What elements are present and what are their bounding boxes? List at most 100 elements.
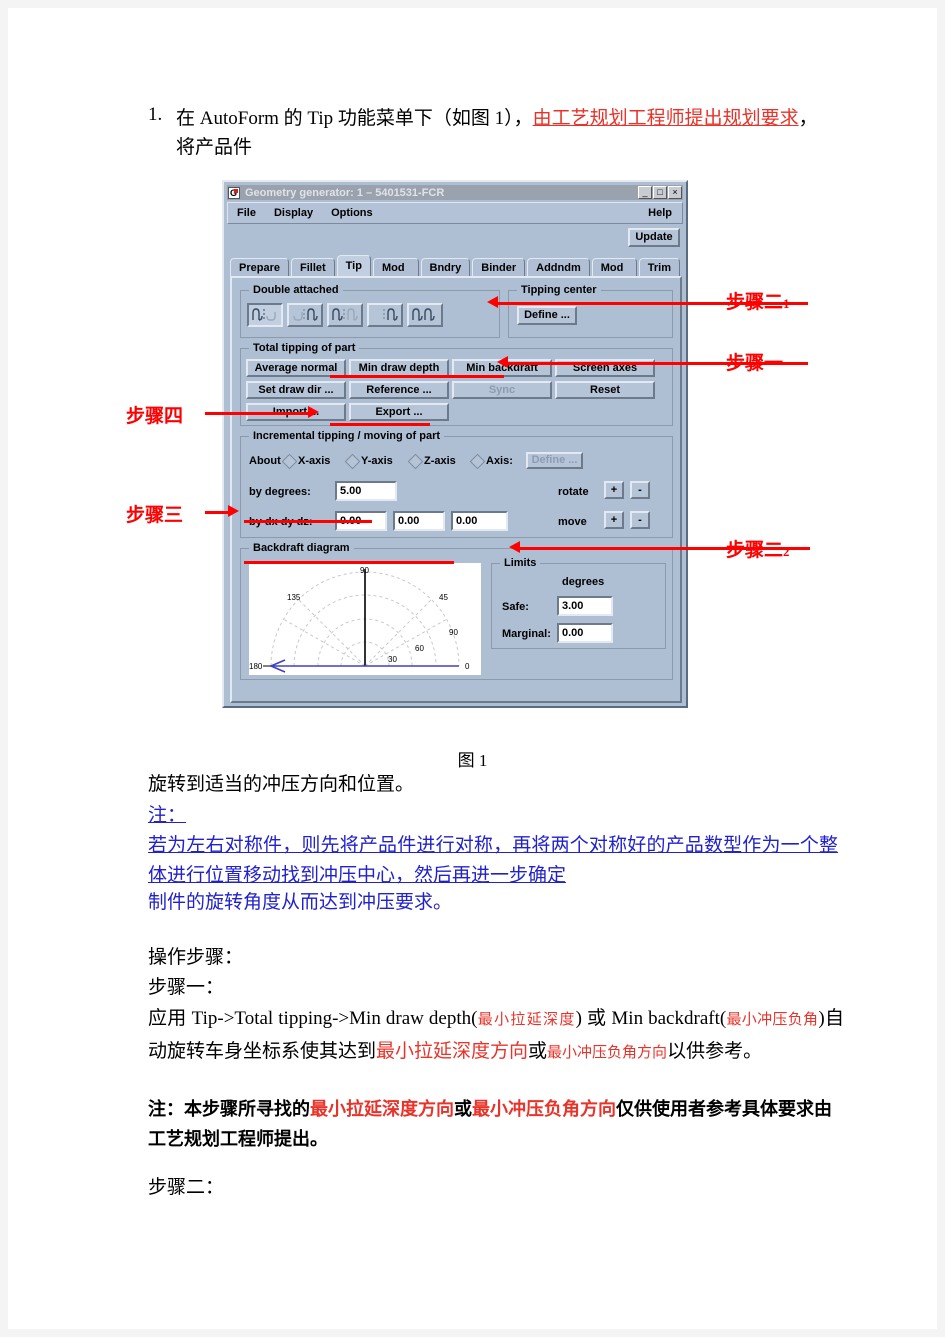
degrees-header: degrees: [562, 576, 605, 588]
z-axis-label[interactable]: Z-axis: [424, 455, 456, 467]
sync-button: Sync: [452, 381, 552, 399]
reference-button[interactable]: Reference ...: [349, 381, 449, 399]
annotation-arrow-step-two-2: [509, 541, 520, 553]
annotation-underline-by-degrees: [244, 520, 372, 523]
annotation-step-two-1-sub: 1: [783, 296, 790, 311]
by-degrees-input[interactable]: 5.00: [335, 481, 397, 501]
tab-binder[interactable]: Binder: [472, 258, 526, 277]
maximize-icon: □: [657, 187, 663, 197]
double-attached-group: Double attached: [240, 284, 500, 338]
figure-caption: 图 1: [457, 751, 488, 770]
custom-axis-label[interactable]: Axis:: [486, 455, 513, 467]
annotation-step-two-2: 步骤二2: [726, 535, 790, 562]
annotation-line-step-three: [205, 511, 230, 514]
export-button[interactable]: Export ...: [349, 403, 449, 421]
tab-prepare[interactable]: Prepare: [230, 258, 289, 277]
radio-y-axis[interactable]: [344, 453, 361, 470]
dy-input[interactable]: 0.00: [393, 511, 445, 531]
double-attached-left-active-icon[interactable]: [247, 303, 283, 327]
note-tail-text: 制件的旋转角度从而达到冲压要求。: [148, 892, 453, 913]
note2-body: 注：本步骤所寻找的最小拉延深度方向或最小冲压负角方向仅供使用者参考具体要求由工艺…: [148, 1094, 848, 1154]
annotation-step-two-1-text: 步骤二: [726, 292, 784, 313]
da-glyph-3: [332, 308, 358, 321]
menu-options[interactable]: Options: [322, 207, 382, 219]
tab-mod-t[interactable]: Mod T: [591, 258, 637, 293]
radio-custom-axis[interactable]: [469, 453, 486, 470]
note-body: 若为左右对称件，则先将产品件进行对称，再将两个对称好的产品数型作为一个整体进行位…: [148, 831, 838, 891]
double-attached-right-active-icon[interactable]: [287, 303, 323, 327]
polar-label-0: 0: [465, 662, 470, 671]
annotation-line-step-four: [205, 412, 310, 415]
step1-b: ) 或 Min backdraft(: [575, 1008, 727, 1029]
close-button[interactable]: ×: [668, 186, 682, 199]
radio-z-axis[interactable]: [407, 453, 424, 470]
ops-label: 操作步骤：: [148, 947, 244, 968]
step1-d: 或: [528, 1041, 548, 1062]
polar-label-135: 135: [287, 593, 301, 602]
rotate-minus-button[interactable]: -: [630, 481, 650, 499]
step1-red1: 最小拉延深度: [477, 1012, 576, 1028]
rotate-plus-button[interactable]: +: [604, 481, 624, 499]
polar-label-45: 45: [439, 593, 448, 602]
tab-addndm[interactable]: Addndm: [527, 258, 590, 277]
tab-mod-p[interactable]: Mod P: [372, 258, 419, 293]
marginal-input[interactable]: 0.00: [557, 623, 613, 643]
minimize-button[interactable]: _: [638, 186, 652, 199]
marginal-label: Marginal:: [502, 628, 551, 640]
move-minus-button[interactable]: -: [630, 511, 650, 529]
note2-b: 或: [454, 1099, 472, 1119]
total-tipping-row2[interactable]: Set draw dir ... Reference ... Sync Rese…: [246, 381, 655, 399]
window-title-bar[interactable]: G Geometry generator: 1 – 5401531-FCR _ …: [227, 185, 683, 200]
annotation-arrow-step-one: [497, 356, 508, 368]
annotation-arrow-step-three: [228, 505, 239, 517]
reset-button[interactable]: Reset: [555, 381, 655, 399]
set-draw-dir-button[interactable]: Set draw dir ...: [246, 381, 346, 399]
annotation-step-four: 步骤四: [126, 406, 184, 427]
maximize-button[interactable]: □: [653, 186, 667, 199]
app-logo-icon: G: [228, 186, 240, 199]
limits-group: Limits degrees Safe: 3.00 Marginal: 0.00: [491, 557, 666, 649]
menu-display[interactable]: Display: [265, 207, 322, 219]
geometry-generator-window[interactable]: G Geometry generator: 1 – 5401531-FCR _ …: [222, 180, 688, 708]
tab-trim[interactable]: Trim: [638, 258, 680, 277]
note2-a: 注：本步骤所寻找的: [148, 1099, 310, 1119]
total-tipping-title: Total tipping of part: [249, 342, 360, 354]
note-tail: 制件的旋转角度从而达到冲压要求。: [148, 888, 848, 918]
annotation-step-three: 步骤三: [126, 505, 184, 526]
step1-body: 应用 Tip->Total tipping->Min draw depth(最小…: [148, 1003, 844, 1069]
double-attached-both-right-icon[interactable]: [367, 303, 403, 327]
y-axis-label[interactable]: Y-axis: [361, 455, 393, 467]
double-attached-title: Double attached: [249, 284, 343, 296]
radio-x-axis[interactable]: [281, 453, 298, 470]
dz-input[interactable]: 0.00: [451, 511, 508, 531]
tab-fillet[interactable]: Fillet: [290, 258, 335, 277]
update-button[interactable]: Update: [628, 228, 680, 247]
menu-file[interactable]: File: [228, 207, 265, 219]
backdraft-group: Backdraft diagram 90 135 45 90 60 30 180…: [240, 542, 673, 680]
tab-tip[interactable]: Tip: [336, 255, 371, 277]
tab-bar[interactable]: Prepare Fillet Tip Mod P Bndry Binder Ad…: [230, 255, 682, 293]
tipping-center-title: Tipping center: [517, 284, 601, 296]
x-axis-label[interactable]: X-axis: [298, 455, 330, 467]
update-button-wrap: Update: [628, 228, 680, 247]
backdraft-polar-diagram[interactable]: 90 135 45 90 60 30 180 0: [249, 563, 481, 675]
minimize-icon: _: [642, 187, 648, 197]
menu-help[interactable]: Help: [639, 207, 682, 219]
move-plus-button[interactable]: +: [604, 511, 624, 529]
tipping-center-define-button[interactable]: Define ...: [517, 306, 577, 325]
window-controls[interactable]: _ □ ×: [638, 186, 683, 199]
polar-label-90-right: 90: [449, 628, 458, 637]
limits-title: Limits: [500, 557, 541, 569]
da-glyph-4: [372, 308, 398, 321]
tab-bndry[interactable]: Bndry: [420, 258, 471, 277]
double-attached-buttons[interactable]: [247, 303, 443, 327]
polar-chart-svg: 90 135 45 90 60 30 180 0: [249, 566, 470, 673]
safe-input[interactable]: 3.00: [557, 596, 613, 616]
double-attached-both-left-icon[interactable]: [327, 303, 363, 327]
annotation-arrow-step-four: [308, 406, 319, 418]
da-glyph-2: [293, 308, 318, 321]
paragraph-intro-underline: 由工艺规划工程师提出规划要求: [532, 108, 799, 129]
double-attached-merged-icon[interactable]: [407, 303, 443, 327]
menu-bar[interactable]: File Display Options Help: [227, 202, 683, 224]
polar-label-60: 60: [415, 644, 424, 653]
